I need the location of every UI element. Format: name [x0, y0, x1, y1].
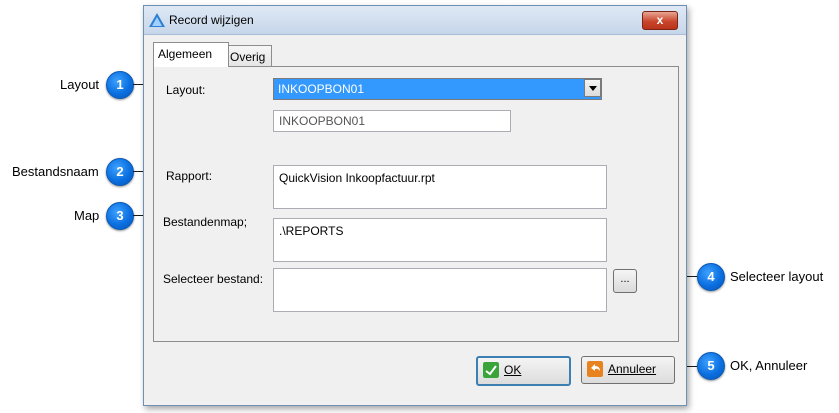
rapport-field[interactable]: QuickVision Inkoopfactuur.rpt — [273, 165, 607, 209]
map-value: .\REPORTS — [279, 224, 344, 238]
callout-badge-2: 2 — [106, 158, 134, 186]
callout-label-selecteer-layout: Selecteer layout — [730, 269, 824, 284]
callout-label-ok-annuleer: OK, Annuleer — [730, 358, 808, 373]
layout-dropdown-value: INKOOPBON01 — [278, 82, 365, 96]
check-icon — [483, 362, 499, 378]
map-field[interactable]: .\REPORTS — [273, 218, 607, 262]
undo-icon — [587, 361, 603, 377]
ok-button-label: OK — [504, 363, 522, 377]
tab-algemeen[interactable]: Algemeen — [153, 42, 229, 67]
browse-button[interactable]: ... — [613, 269, 637, 293]
title-bar[interactable]: Record wijzigen x — [144, 6, 686, 35]
layout-label: Layout: — [166, 83, 206, 97]
callout-label-layout: Layout — [60, 77, 100, 92]
chevron-down-icon[interactable] — [584, 79, 601, 97]
tab-overig[interactable]: Overig — [225, 45, 272, 68]
close-button[interactable]: x — [642, 11, 678, 30]
cancel-button[interactable]: Annuleer — [581, 356, 675, 384]
layout-readonly-value: INKOOPBON01 — [279, 114, 366, 128]
callout-label-map: Map — [74, 208, 100, 223]
callout-badge-5: 5 — [697, 352, 725, 380]
callout-badge-4: 4 — [697, 263, 725, 291]
app-triangle-icon — [149, 13, 165, 27]
rapport-label: Rapport: — [166, 169, 213, 183]
callout-label-bestandsnaam: Bestandsnaam — [12, 164, 99, 179]
select-file-label: Selecteer bestand: — [163, 272, 264, 286]
layout-readonly-field: INKOOPBON01 — [273, 110, 511, 132]
ok-button[interactable]: OK — [476, 356, 571, 386]
cancel-button-label: Annuleer — [608, 362, 657, 376]
layout-dropdown[interactable]: INKOOPBON01 — [273, 78, 602, 100]
callout-badge-1: 1 — [106, 71, 134, 99]
rapport-value: QuickVision Inkoopfactuur.rpt — [279, 171, 435, 185]
select-file-field[interactable] — [273, 268, 607, 312]
map-label: Bestandenmap; — [163, 215, 248, 229]
record-edit-dialog: Record wijzigen x Algemeen Overig Layout… — [143, 5, 687, 406]
window-title: Record wijzigen — [169, 13, 254, 27]
callout-badge-3: 3 — [106, 202, 134, 230]
